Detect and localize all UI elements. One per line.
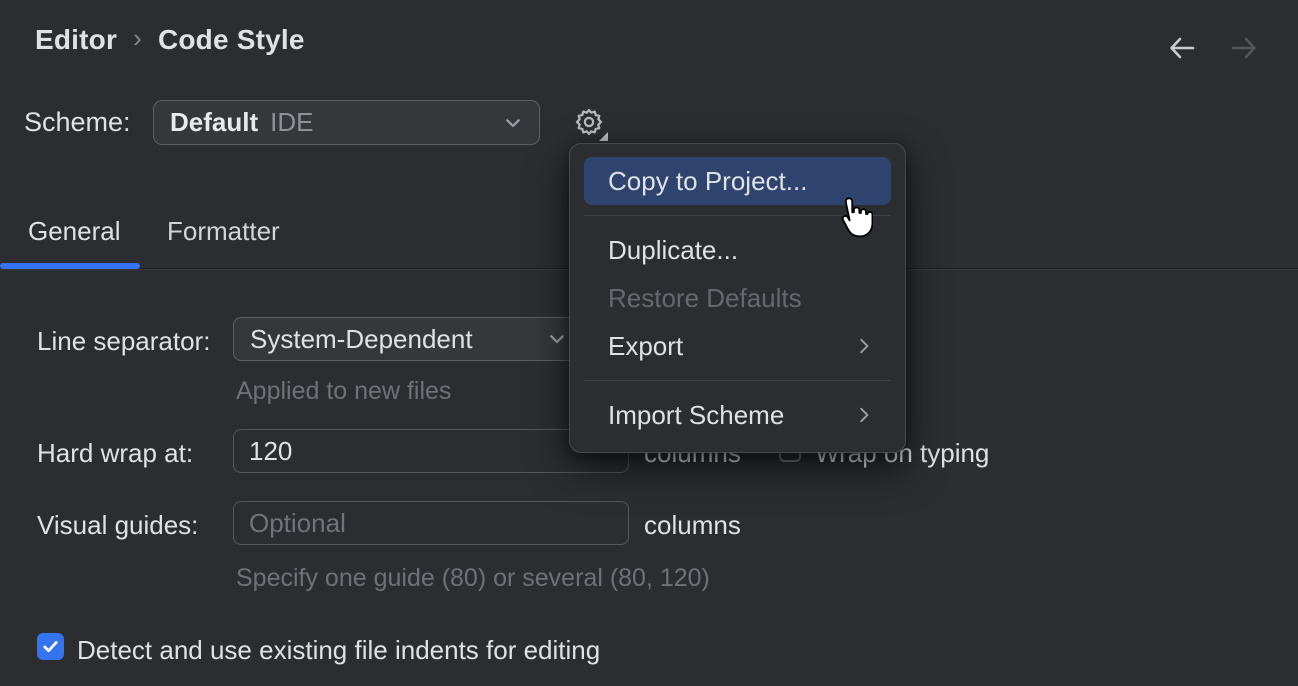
visual-guides-input[interactable] xyxy=(233,501,629,545)
history-nav xyxy=(1162,28,1264,68)
menu-item-export[interactable]: Export xyxy=(584,322,891,370)
scheme-actions-menu: Copy to Project... Duplicate... Restore … xyxy=(569,143,906,453)
line-separator-value: System-Dependent xyxy=(250,324,473,355)
page-title: Code Style xyxy=(158,24,305,56)
breadcrumb-editor[interactable]: Editor xyxy=(35,24,117,56)
dropdown-corner-icon xyxy=(599,132,608,141)
scheme-select[interactable]: Default IDE xyxy=(153,100,540,145)
line-separator-label: Line separator: xyxy=(37,326,210,357)
line-separator-select[interactable]: System-Dependent xyxy=(233,317,582,361)
visual-guides-label: Visual guides: xyxy=(37,510,198,541)
forward-button[interactable] xyxy=(1224,28,1264,68)
menu-item-import-scheme[interactable]: Import Scheme xyxy=(584,391,891,439)
scheme-label: Scheme: xyxy=(24,107,131,138)
back-button[interactable] xyxy=(1162,28,1202,68)
chevron-down-icon xyxy=(545,327,569,351)
menu-item-restore-defaults: Restore Defaults xyxy=(584,274,891,322)
breadcrumb: Editor › Code Style xyxy=(35,24,305,56)
detect-indents-checkbox[interactable] xyxy=(37,633,64,660)
tab-general[interactable]: General xyxy=(28,215,121,247)
chevron-down-icon xyxy=(501,111,525,135)
visual-guides-hint: Specify one guide (80) or several (80, 1… xyxy=(236,564,710,593)
chevron-right-icon xyxy=(853,404,875,426)
arrow-left-icon xyxy=(1165,31,1199,65)
tab-formatter[interactable]: Formatter xyxy=(167,215,280,247)
scheme-value: Default xyxy=(170,107,258,138)
menu-separator xyxy=(584,380,891,381)
scheme-actions-button[interactable] xyxy=(569,102,609,142)
detect-indents-label[interactable]: Detect and use existing file indents for… xyxy=(77,635,600,666)
chevron-right-icon xyxy=(853,335,875,357)
arrow-right-icon xyxy=(1227,31,1261,65)
cursor-pointer-icon xyxy=(831,195,873,246)
active-tab-indicator xyxy=(0,263,140,269)
hard-wrap-label: Hard wrap at: xyxy=(37,438,193,469)
visual-guides-unit: columns xyxy=(644,510,741,541)
line-separator-hint: Applied to new files xyxy=(236,377,451,406)
breadcrumb-separator-icon: › xyxy=(133,23,142,54)
scheme-value-suffix: IDE xyxy=(270,107,313,138)
checkmark-icon xyxy=(41,637,60,656)
